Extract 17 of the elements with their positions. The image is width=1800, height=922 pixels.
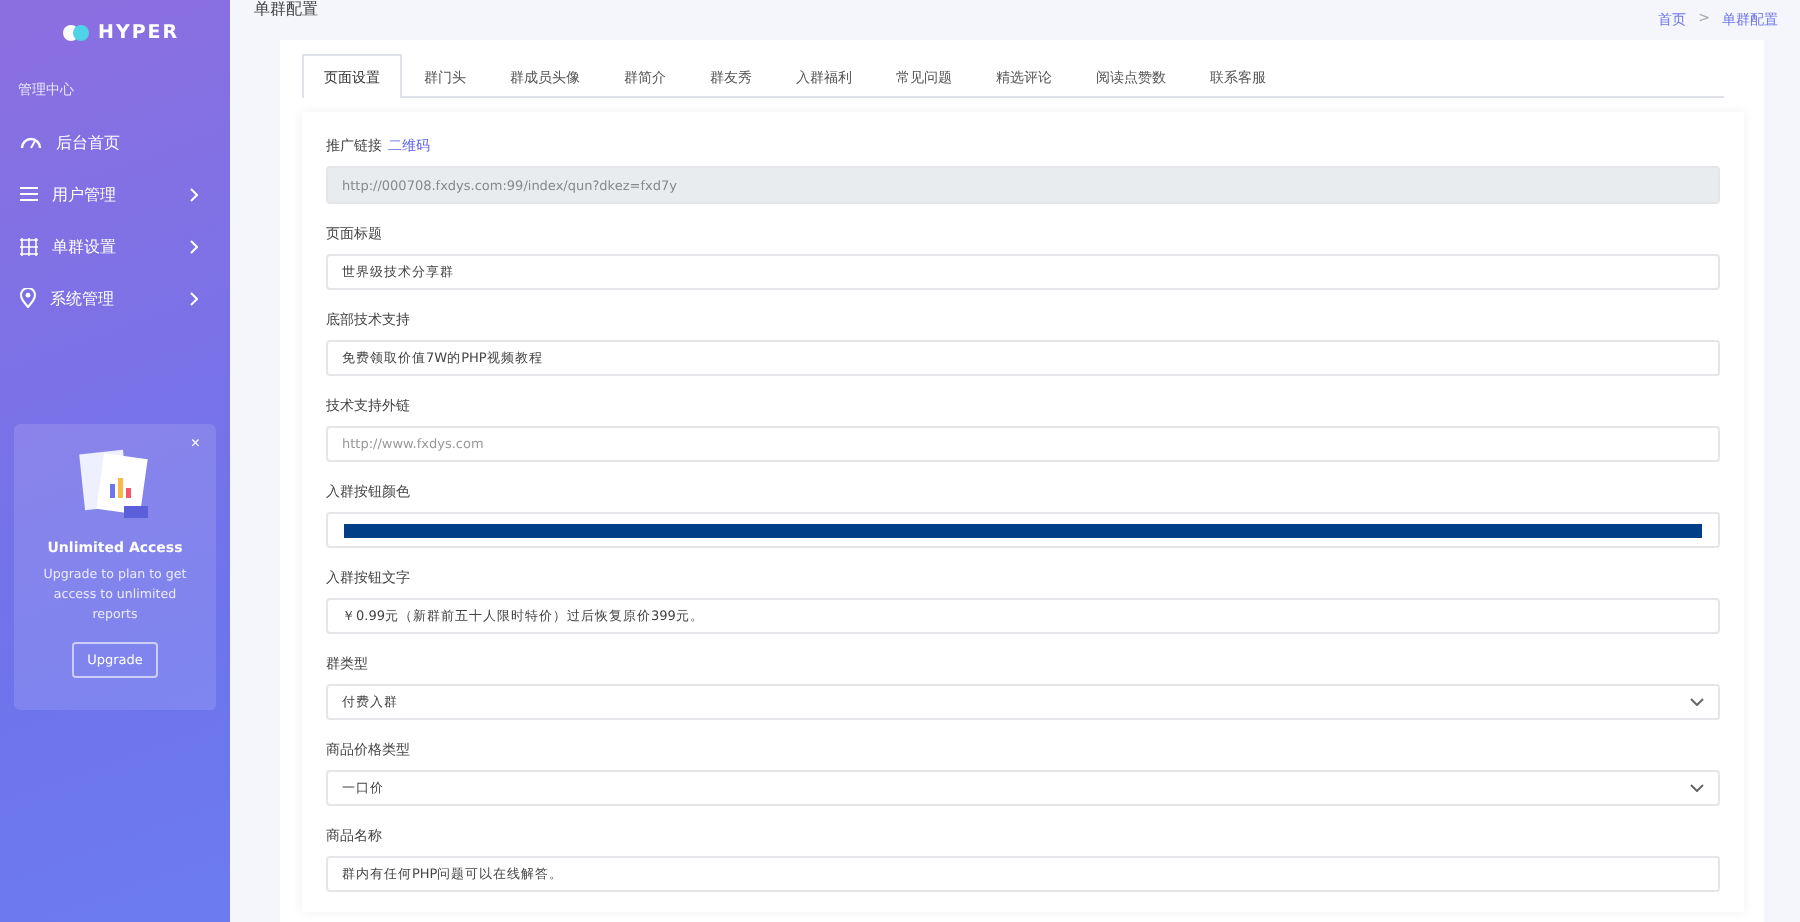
menu-item[interactable]: 系统管理 (0, 272, 230, 324)
logo-icon (62, 23, 90, 41)
chevron-down-icon (1690, 698, 1704, 706)
chevron-right-icon (190, 187, 198, 201)
color-picker[interactable] (326, 512, 1720, 548)
grid-icon (20, 237, 38, 255)
menu-item[interactable]: 用户管理 (0, 168, 230, 220)
list-icon (20, 186, 38, 202)
chevron-right-icon (190, 239, 198, 253)
location-pin-icon (20, 288, 36, 308)
menu-item[interactable]: 单群设置 (0, 220, 230, 272)
brand-name: HYPER (98, 21, 180, 43)
menu-item[interactable]: 后台首页 (0, 116, 230, 168)
chevron-right-icon (190, 291, 198, 305)
gauge-icon (20, 134, 42, 150)
page-title: 单群配置 (254, 0, 318, 18)
chevron-down-icon (1690, 784, 1704, 792)
